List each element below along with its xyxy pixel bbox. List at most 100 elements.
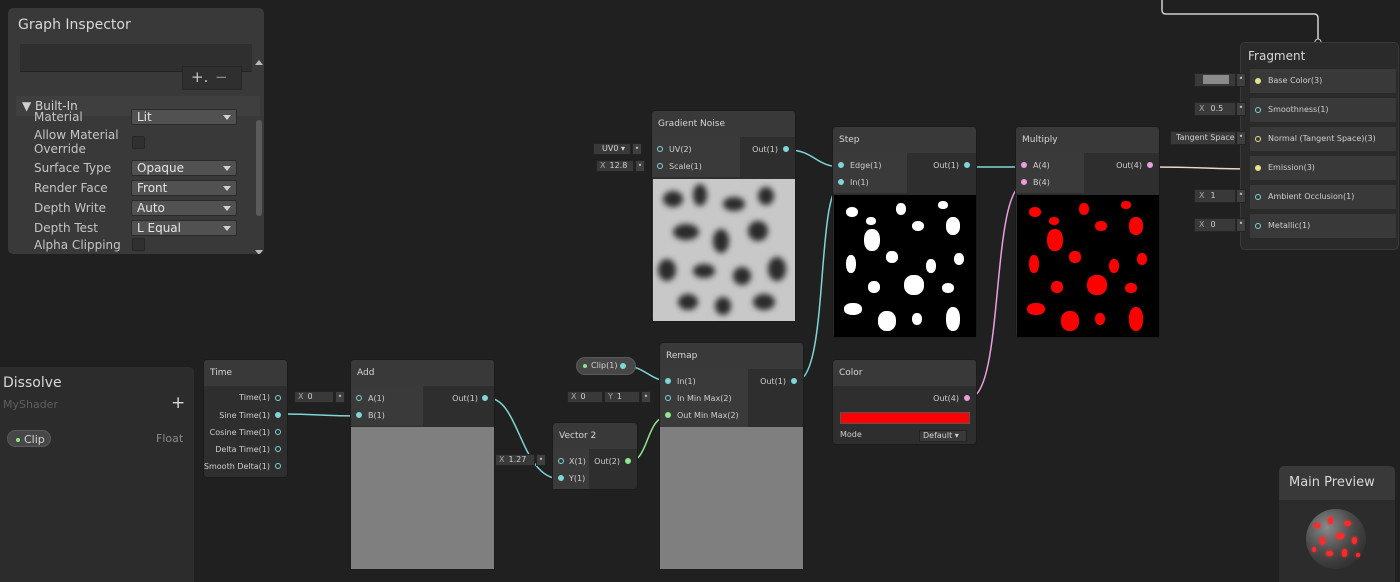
scale-slider-icon[interactable]: • — [635, 160, 645, 172]
normal-slider-icon[interactable]: • — [1236, 131, 1246, 145]
port-in-min-max[interactable] — [665, 395, 671, 401]
depth-test-dropdown[interactable]: L Equal — [131, 220, 237, 236]
wire-add-to-vector2-y[interactable] — [487, 397, 562, 480]
port-b[interactable] — [356, 412, 362, 418]
add-node[interactable]: Add A(1) B(1) Out(1) — [351, 360, 494, 569]
ao-field[interactable]: X1 — [1194, 189, 1236, 203]
port-uv[interactable] — [657, 146, 663, 152]
port-metallic[interactable] — [1255, 223, 1261, 229]
port-out[interactable] — [482, 395, 488, 401]
main-preview-title: Main Preview — [1279, 466, 1395, 500]
wire-sine-to-add-b[interactable] — [281, 413, 360, 417]
alpha-clipping-checkbox[interactable] — [132, 238, 145, 251]
port-b[interactable] — [1021, 179, 1027, 185]
add-button[interactable]: +. — [191, 68, 208, 86]
port-delta-time[interactable] — [275, 446, 281, 452]
node-title: Remap — [660, 343, 803, 369]
main-preview-panel[interactable]: Main Preview — [1279, 466, 1395, 582]
port-sine-time[interactable] — [275, 412, 281, 418]
render-face-label: Render Face — [34, 181, 108, 195]
port-out[interactable] — [1147, 162, 1153, 168]
port-out[interactable] — [783, 146, 789, 152]
port-emission[interactable] — [1255, 165, 1261, 171]
metallic-field[interactable]: X0 — [1194, 218, 1236, 232]
port-a[interactable] — [1021, 162, 1027, 168]
port-cosine-time[interactable] — [275, 429, 281, 435]
remap-slider-icon[interactable]: • — [641, 391, 651, 403]
port-normal[interactable] — [1255, 136, 1261, 142]
vector2-x-field[interactable]: X 1.27 — [495, 454, 535, 466]
port-edge[interactable] — [838, 162, 844, 168]
render-face-dropdown[interactable]: Front — [131, 180, 237, 196]
allow-override-checkbox[interactable] — [132, 136, 145, 149]
add-a-field[interactable]: X0 — [294, 391, 334, 403]
port-x[interactable] — [558, 458, 564, 464]
block-metallic[interactable]: Metallic(1) — [1250, 214, 1396, 238]
port-out-min-max[interactable] — [665, 412, 671, 418]
remap-in-min-field[interactable]: X0 — [567, 391, 603, 403]
metallic-slider-icon[interactable]: • — [1236, 218, 1246, 232]
scroll-down-arrow[interactable] — [255, 250, 263, 254]
port-out[interactable] — [791, 378, 797, 384]
block-ambient-occlusion[interactable]: Ambient Occlusion(1) — [1250, 185, 1396, 209]
block-base-color[interactable]: Base Color(3) — [1250, 69, 1396, 93]
scale-field[interactable]: X 12.8 — [596, 160, 634, 172]
uv-slider-icon[interactable]: • — [632, 143, 642, 155]
input-in: In(1) — [850, 178, 869, 187]
input-edge: Edge(1) — [850, 161, 882, 170]
port-a[interactable] — [356, 395, 362, 401]
block-smoothness[interactable]: Smoothness(1) — [1250, 98, 1396, 122]
port-out[interactable] — [964, 395, 970, 401]
clip-out-port[interactable] — [620, 363, 626, 369]
block-emission[interactable]: Emission(3) — [1250, 156, 1396, 180]
surface-type-dropdown[interactable]: Opaque — [131, 160, 237, 176]
port-time[interactable] — [275, 395, 281, 401]
vector2-x-slider-icon[interactable]: • — [536, 454, 546, 466]
ao-slider-icon[interactable]: • — [1236, 189, 1246, 203]
remap-in-max-field[interactable]: Y1 — [604, 391, 640, 403]
ao-label: Ambient Occlusion(1) — [1268, 192, 1355, 201]
material-value: Lit — [137, 110, 152, 124]
remap-in-min-value: 0 — [580, 392, 586, 401]
shader-path: MyShader — [3, 398, 58, 411]
port-smoothness[interactable] — [1255, 107, 1261, 113]
smoothness-field[interactable]: X 0.5 — [1194, 102, 1236, 116]
block-normal[interactable]: Normal (Tangent Space)(3) — [1250, 127, 1396, 151]
uv-channel-dropdown[interactable]: UV0 ▾ — [593, 143, 631, 155]
port-scale[interactable] — [657, 163, 663, 169]
port-in[interactable] — [665, 378, 671, 384]
base-color-field[interactable] — [1194, 73, 1236, 87]
port-out[interactable] — [964, 162, 970, 168]
normal-space-field[interactable]: Tangent Space — [1170, 131, 1236, 145]
property-clip[interactable]: Clip — [7, 430, 51, 447]
port-y[interactable] — [558, 475, 564, 481]
output-out: Out(1) — [760, 377, 786, 386]
port-smooth-delta[interactable] — [275, 463, 281, 469]
time-node[interactable]: Time Time(1) Sine Time(1) Cosine Time(1)… — [204, 360, 287, 477]
input-uv: UV(2) — [669, 145, 692, 154]
node-title: Multiply — [1016, 127, 1159, 153]
color-node[interactable]: Color Out(4) Mode Default ▾ — [833, 360, 976, 444]
preview-sphere[interactable] — [1306, 509, 1366, 569]
port-out[interactable] — [625, 458, 631, 464]
add-a-slider-icon[interactable]: • — [335, 391, 345, 403]
color-swatch[interactable] — [840, 412, 970, 424]
remap-node[interactable]: Remap In(1) In Min Max(2) Out Min Max(2)… — [660, 343, 803, 569]
ao-value: 1 — [1210, 191, 1216, 200]
clip-property-node[interactable]: Clip(1) — [576, 357, 636, 375]
wire-vertex-top — [1161, 0, 1319, 42]
smoothness-slider-icon[interactable]: • — [1236, 102, 1246, 116]
port-ambient-occlusion[interactable] — [1255, 194, 1261, 200]
base-color-slider-icon[interactable]: • — [1236, 73, 1246, 87]
depth-write-dropdown[interactable]: Auto — [131, 200, 237, 216]
alpha-clipping-label: Alpha Clipping — [34, 238, 121, 252]
vector2-node[interactable]: Vector 2 X(1) Y(1) Out(2) — [553, 423, 637, 489]
port-in[interactable] — [838, 179, 844, 185]
add-property-button[interactable]: + — [171, 393, 185, 413]
port-base-color[interactable] — [1255, 78, 1261, 84]
scroll-up-arrow[interactable] — [255, 60, 263, 65]
material-dropdown[interactable]: Lit — [131, 109, 237, 125]
inspector-scrollbar[interactable] — [256, 120, 262, 216]
mode-dropdown[interactable]: Default ▾ — [919, 430, 967, 442]
remove-button[interactable]: − — [215, 68, 228, 86]
